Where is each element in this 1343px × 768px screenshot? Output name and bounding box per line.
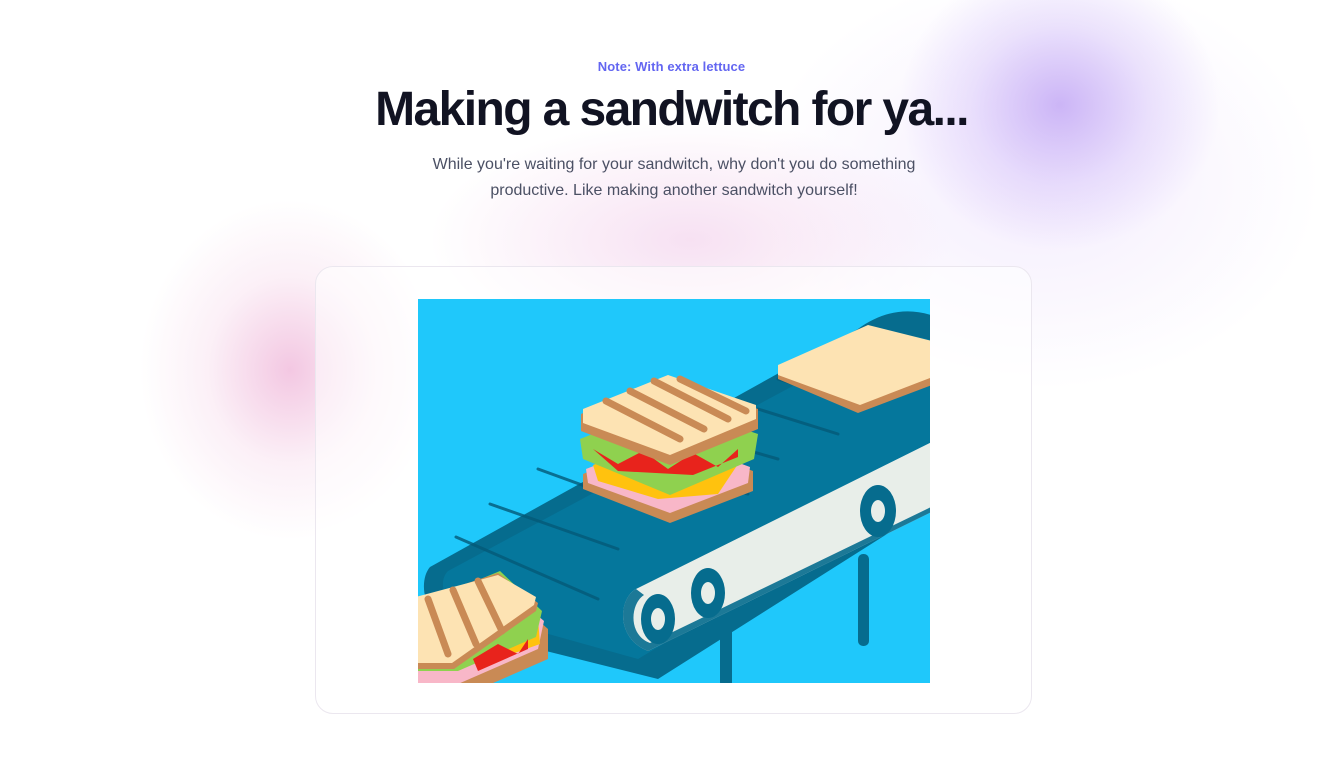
page-title: Making a sandwitch for ya...	[375, 83, 969, 136]
sandwich-conveyor-illustration	[418, 299, 930, 683]
page-subtitle: While you're waiting for your sandwitch,…	[432, 156, 916, 199]
note-label: Note: With extra lettuce	[597, 59, 746, 74]
